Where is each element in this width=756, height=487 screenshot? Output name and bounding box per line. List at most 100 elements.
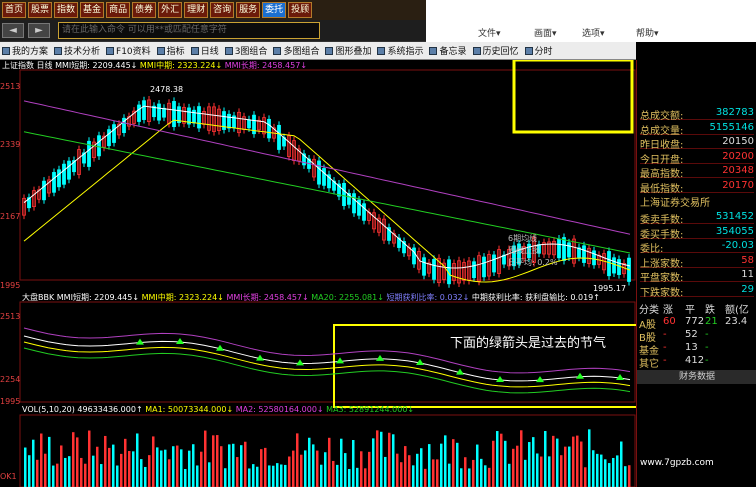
volume-bar [340,438,343,487]
help-menu[interactable]: 帮助▾ [636,26,659,39]
table-row[interactable]: 其它 -412- [637,355,756,370]
chart-canvas[interactable] [0,58,638,487]
volume-bar [416,453,419,487]
candle-body [162,107,166,118]
toolbar-item-5[interactable]: 3图组合 [224,44,267,57]
menu-item-9[interactable]: 服务 [236,2,261,18]
volume-bar [112,444,115,487]
volume-bar [364,468,367,487]
toolbar-icon [524,46,533,55]
annotation-stop: 周线止损 [508,246,540,255]
panel-label: 下跌家数: [640,287,684,299]
market-info-panel: 总成交额: 382783 总成交量: 5155146 昨日收盘: 20150 今日开盘: 20… [636,60,756,487]
volume-bar [516,445,519,487]
table-row[interactable]: 基金 -13- [637,342,756,357]
volume-bar [472,459,475,487]
peak-price-label: 2478.38 [150,85,184,94]
toolbar-item-11[interactable]: 分时 [524,44,553,57]
toolbar-icon [273,46,282,55]
command-input[interactable]: 请在此输入命令 可以用**或匹配任意字符 [58,22,320,39]
volume-bar [444,435,447,487]
toolbar-item-8[interactable]: 系统指示 [377,44,423,57]
menu-item-0[interactable]: 首页 [2,2,27,18]
menu-item-8[interactable]: 咨询 [210,2,235,18]
toolbar-item-1[interactable]: 技术分析 [54,44,100,57]
volume-bar [36,459,39,487]
volume-bar [528,442,531,487]
toolbar-label: 备忘录 [439,47,467,57]
volume-bar [180,449,183,487]
menu-item-11[interactable]: 投顾 [288,2,313,18]
volume-bar [312,444,315,487]
volume-bar [532,437,535,487]
volume-bar [356,467,359,487]
volume-bar [408,455,411,487]
forward-button[interactable]: ► [28,23,50,38]
menu-item-4[interactable]: 商品 [106,2,131,18]
y-tick: 2513 [0,312,21,321]
panel-row: 今日开盘: 20200 [640,150,754,166]
volume-bar [304,450,307,487]
table-cell: 60 [663,316,676,327]
table-header-cell: 分类 [639,305,659,316]
home-menu[interactable]: 画面▾ [534,26,557,39]
toolbar-item-9[interactable]: 备忘录 [429,44,467,57]
ma-green-line [23,131,631,254]
volume-bar [124,438,127,487]
table-row[interactable]: A股 60 772 21 23.4 [637,316,756,331]
volume-bar [420,448,423,487]
table-cell: - [663,342,667,353]
menu-item-3[interactable]: 基金 [80,2,105,18]
candle-body [352,193,356,214]
table-row[interactable]: B股 -52- [637,329,756,344]
volume-bar [612,457,615,487]
volume-bar [288,456,291,487]
menu-item-7[interactable]: 理财 [184,2,209,18]
volume-bar [160,450,163,487]
volume-bar [144,466,147,487]
panel-value: 20170 [722,179,754,191]
volume-bar [384,456,387,487]
volume-bar [184,468,187,487]
panel-row: 总成交额: 382783 [640,106,754,122]
table-cell: - [663,355,667,366]
toolbar-item-7[interactable]: 图形叠加 [325,44,371,57]
finance-data-tab[interactable]: 财务数据 [637,370,756,384]
indicator-mmi-short: MMI短期: 2209.445↓ [56,293,140,302]
volume-bar [204,430,207,487]
table-cell: - [705,342,709,353]
menu-item-1[interactable]: 股票 [28,2,53,18]
volume-bar [268,465,271,487]
toolbar-item-4[interactable]: 日线 [190,44,219,57]
stock-chart[interactable]: 上证指数 日线 MMI短期: 2209.445↓ MMI中期: 2323.224… [0,58,638,487]
sector-table-header: 分类涨 平跌额(亿 [637,301,756,316]
volume-bar [368,451,371,487]
toolbar-item-10[interactable]: 历史回忆 [472,44,519,57]
option-menu[interactable]: 选项▾ [582,26,605,39]
toolbar-item-2[interactable]: F10资料 [106,44,151,57]
table-header-cell: 跌 [705,305,715,316]
toolbar-item-0[interactable]: 我的方案 [2,44,48,57]
toolbar-item-6[interactable]: 多图组合 [273,44,319,57]
candle-body [142,100,146,120]
panel-row: 最高指数: 20348 [640,164,754,180]
file-menu[interactable]: 文件▾ [478,26,501,39]
command-bar: ◄ ► 请在此输入命令 可以用**或匹配任意字符 [0,20,426,42]
back-button[interactable]: ◄ [2,23,24,38]
volume-bar [80,457,83,487]
volume-bar [436,459,439,487]
volume-bar [604,459,607,487]
toolbar-item-3[interactable]: 指标 [156,44,185,57]
volume-bar [460,468,463,487]
menu-item-2[interactable]: 指数 [54,2,79,18]
table-cell: 23.4 [725,316,748,327]
menu-item-5[interactable]: 债券 [132,2,157,18]
volume-ma2: MA2: 52580164.000↓ [235,405,324,414]
menu-item-10[interactable]: 委托 [262,2,287,18]
volume-bar [44,453,47,487]
green-arrow-marker [416,358,424,365]
toolbar-icon [2,46,10,55]
menu-item-6[interactable]: 外汇 [158,2,183,18]
table-header-cell: 涨 [663,305,673,316]
panel-value: 354055 [715,225,754,237]
